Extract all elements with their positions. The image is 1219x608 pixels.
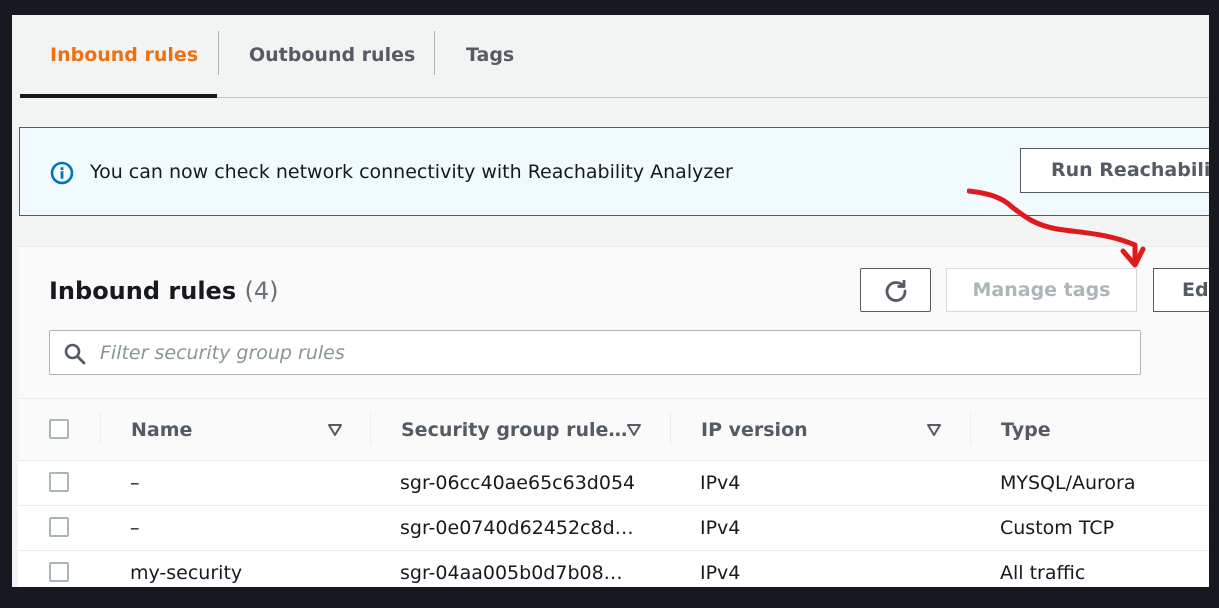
inbound-rules-panel: Inbound rules (4) Manage tags Edit inbou…: [18, 246, 1209, 587]
panel-header: Inbound rules (4) Manage tags Edit inbou…: [18, 247, 1209, 399]
cell-rule-id[interactable]: sgr-06cc40ae65c63d054: [400, 461, 635, 506]
cell-name: my-security: [130, 562, 243, 584]
column-header-type[interactable]: Type: [1001, 399, 1051, 461]
edit-inbound-rules-button[interactable]: Edit inbound rules: [1153, 268, 1209, 312]
column-header-name[interactable]: Name: [131, 399, 192, 461]
row-checkbox[interactable]: [49, 472, 69, 492]
table-row[interactable]: – sgr-0e0740d62452c8d… IPv4 Custom TCP: [18, 506, 1209, 551]
column-header-security-group-rule-id[interactable]: Security group rule…: [401, 399, 627, 461]
table-row[interactable]: my-security sgr-04aa005b0d7b08… IPv4 All…: [18, 551, 1209, 587]
cell-ip-version: IPv4: [700, 472, 741, 494]
info-banner: You can now check network connectivity w…: [19, 127, 1209, 216]
security-group-details-view: Inbound rules Outbound rules Tags You ca…: [12, 15, 1209, 587]
search-icon: [64, 343, 86, 365]
column-divider: [670, 413, 671, 445]
tab-divider: [434, 31, 435, 75]
cell-name: –: [130, 517, 140, 539]
select-all-checkbox[interactable]: [49, 419, 69, 439]
filter-bar: [49, 330, 1141, 375]
column-divider: [100, 413, 101, 445]
panel-title: Inbound rules (4): [49, 274, 278, 308]
rule-count: (4): [244, 277, 279, 305]
table-header: Name Security group rule… IP version Typ…: [18, 399, 1209, 461]
sort-triangle-icon[interactable]: [626, 422, 642, 438]
sort-triangle-icon[interactable]: [926, 422, 942, 438]
cell-type: MYSQL/Aurora: [1000, 472, 1136, 494]
cell-ip-version: IPv4: [700, 517, 741, 539]
manage-tags-button[interactable]: Manage tags: [946, 268, 1137, 312]
tab-tags[interactable]: Tags: [466, 40, 514, 70]
cell-type: Custom TCP: [1000, 517, 1115, 539]
panel-title-text: Inbound rules: [49, 277, 237, 305]
tab-bar: Inbound rules Outbound rules Tags: [20, 15, 1209, 98]
tab-outbound-rules[interactable]: Outbound rules: [249, 40, 415, 70]
filter-security-group-rules-input[interactable]: [100, 331, 1130, 374]
table-row[interactable]: – sgr-06cc40ae65c63d054 IPv4 MYSQL/Auror…: [18, 461, 1209, 506]
run-reachability-analyzer-button[interactable]: Run Reachability Analyzer: [1020, 148, 1209, 193]
cell-rule-id[interactable]: sgr-0e0740d62452c8d…: [400, 506, 634, 551]
info-icon: [50, 161, 74, 185]
cell-rule-id[interactable]: sgr-04aa005b0d7b08…: [400, 551, 623, 587]
cell-type: All traffic: [1000, 562, 1086, 584]
column-header-ip-version[interactable]: IP version: [701, 399, 808, 461]
refresh-icon: [885, 280, 907, 302]
sort-triangle-icon[interactable]: [327, 422, 343, 438]
active-tab-indicator: [20, 94, 217, 98]
column-divider: [370, 413, 371, 445]
refresh-button[interactable]: [860, 268, 931, 312]
cell-name: –: [130, 472, 140, 494]
column-divider: [970, 413, 971, 445]
row-checkbox[interactable]: [49, 562, 69, 582]
banner-message: You can now check network connectivity w…: [90, 161, 733, 183]
row-checkbox[interactable]: [49, 517, 69, 537]
cell-ip-version: IPv4: [700, 562, 741, 584]
tab-inbound-rules[interactable]: Inbound rules: [50, 40, 198, 70]
tab-divider: [218, 31, 219, 75]
